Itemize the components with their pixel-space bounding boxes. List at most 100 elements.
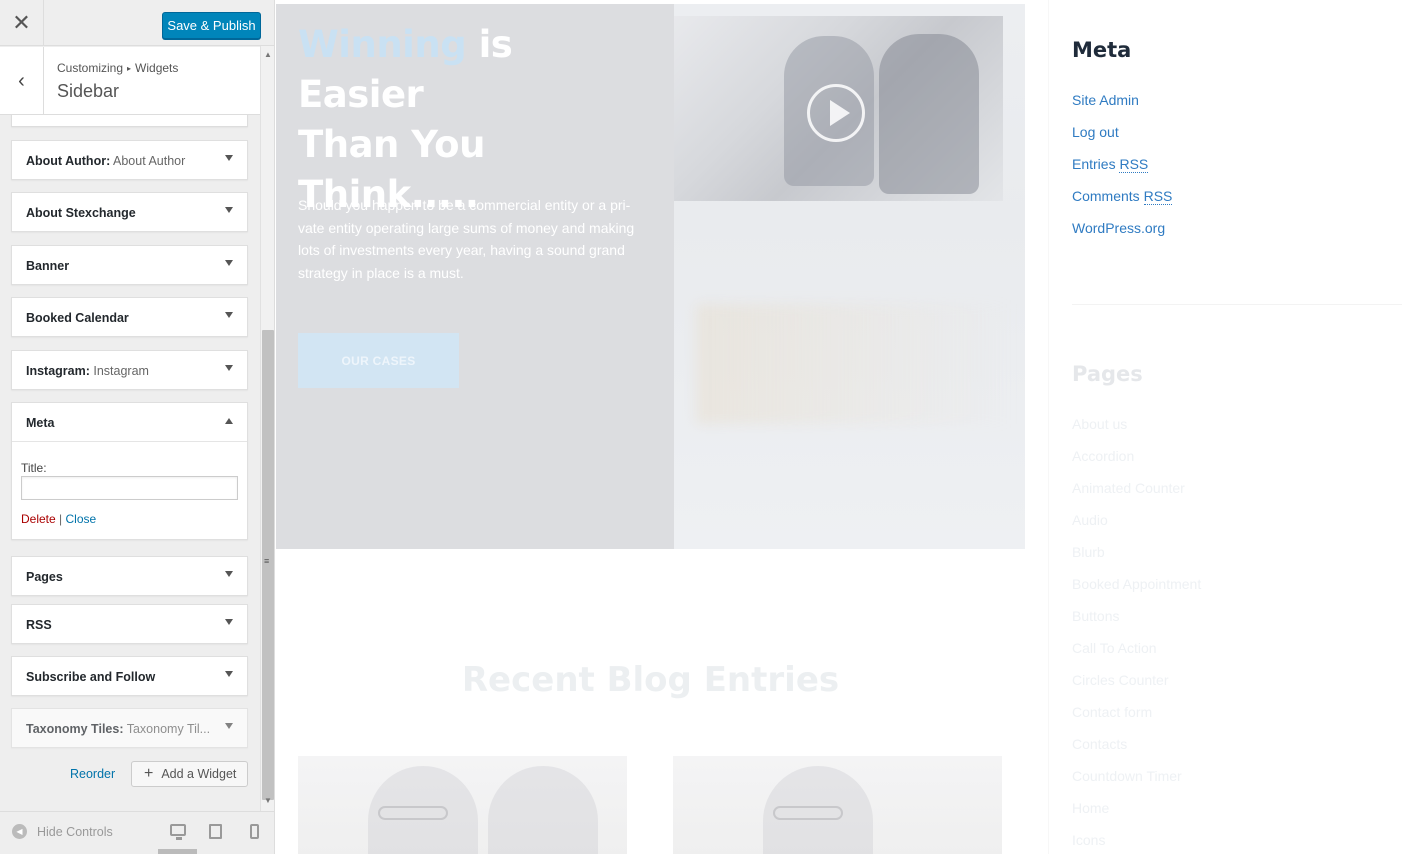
hide-controls-label: Hide Controls: [37, 824, 113, 839]
page-link[interactable]: Contacts: [1072, 736, 1127, 752]
desktop-preview-icon[interactable]: [170, 824, 186, 840]
mobile-preview-icon[interactable]: [250, 824, 259, 839]
meta-link-site-admin[interactable]: Site Admin: [1072, 92, 1139, 108]
hide-controls-button[interactable]: ◀ Hide Controls: [12, 824, 113, 839]
add-widget-button[interactable]: + Add a Widget: [131, 761, 248, 787]
customizer-panel: ✕ Save & Publish ‹ Customizing ▸ Widgets S…: [0, 0, 275, 854]
chevron-down-icon[interactable]: [225, 365, 233, 371]
chevron-down-icon[interactable]: [225, 723, 233, 729]
section-title: Sidebar: [57, 81, 120, 101]
widget-title: RSS: [26, 618, 52, 632]
page-link[interactable]: Buttons: [1072, 608, 1119, 624]
widget-rss[interactable]: RSS: [11, 604, 248, 644]
blog-post-thumbnail[interactable]: [298, 756, 627, 854]
widget-title: Instagram: Instagram: [26, 364, 149, 378]
page-link[interactable]: Animated Counter: [1072, 480, 1185, 496]
widget-meta-header[interactable]: Meta: [12, 403, 247, 442]
widget-subscribe-follow[interactable]: Subscribe and Follow: [11, 656, 248, 696]
scroll-down-icon[interactable]: ▼: [264, 796, 272, 805]
panel-scrollbar[interactable]: ▲ ≡ ▼: [260, 46, 274, 811]
save-publish-button[interactable]: Save & Publish: [162, 12, 261, 39]
hero-title: Winning is Easier Than You Think.....: [298, 20, 638, 220]
widget-booked-calendar[interactable]: Booked Calendar: [11, 297, 248, 337]
widget-title-sub: About Author: [110, 154, 186, 168]
customizer-header: ✕ Save & Publish: [0, 0, 274, 46]
collapse-icon: ◀: [12, 824, 27, 839]
back-icon[interactable]: ‹: [0, 47, 44, 115]
hero-background-blur: [696, 304, 1016, 424]
chevron-up-icon[interactable]: [225, 418, 233, 424]
widget-title-main: Instagram:: [26, 364, 90, 378]
page-link[interactable]: Audio: [1072, 512, 1108, 528]
chevron-down-icon[interactable]: [225, 312, 233, 318]
page-link[interactable]: Icons: [1072, 832, 1105, 848]
widget-title-main: About Stexchange: [26, 206, 136, 220]
widget-taxonomy-tiles[interactable]: Taxonomy Tiles: Taxonomy Til...: [11, 708, 248, 748]
add-widget-label: Add a Widget: [161, 767, 237, 781]
page-link[interactable]: Contact form: [1072, 704, 1152, 720]
reorder-link[interactable]: Reorder: [70, 767, 115, 781]
person-silhouette: [879, 34, 979, 194]
page-link[interactable]: Countdown Timer: [1072, 768, 1182, 784]
resize-grip-icon[interactable]: ≡: [264, 556, 269, 566]
meta-link-comments-rss[interactable]: Comments RSS: [1072, 188, 1173, 205]
page-link[interactable]: Call To Action: [1072, 640, 1157, 656]
widget-about-author[interactable]: About Author: About Author: [11, 140, 248, 180]
hero-text: Should you happen to be a commercial ent…: [298, 197, 635, 282]
customizer-window: ✕ Save & Publish ‹ Customizing ▸ Widgets S…: [0, 0, 1419, 854]
page-link[interactable]: Blurb: [1072, 544, 1105, 560]
chevron-down-icon[interactable]: [225, 155, 233, 161]
meta-link-wordpress[interactable]: WordPress.org: [1072, 220, 1165, 236]
chevron-down-icon[interactable]: [225, 260, 233, 266]
widget-title-main: Taxonomy Tiles:: [26, 722, 124, 736]
widget-pages[interactable]: Pages: [11, 556, 248, 596]
widget-banner[interactable]: Banner: [11, 245, 248, 285]
blog-post-thumbnail[interactable]: [673, 756, 1002, 854]
page-link[interactable]: Booked Appointment: [1072, 576, 1201, 592]
widget-actions: Delete | Close: [21, 512, 96, 526]
person-silhouette: [488, 766, 598, 854]
our-cases-button[interactable]: OUR CASES: [298, 333, 459, 388]
meta-link-entries-rss[interactable]: Entries RSS: [1072, 156, 1149, 173]
active-device-indicator: [158, 849, 197, 854]
meta-link-text: Comments: [1072, 188, 1144, 204]
pages-widget-title: Pages: [1072, 362, 1143, 386]
site-preview: Winning is Easier Than You Think..... Sh…: [276, 0, 1419, 854]
customizer-footer: ◀ Hide Controls: [0, 811, 274, 854]
scroll-up-icon[interactable]: ▲: [264, 50, 272, 59]
section-header: ‹ Customizing ▸ Widgets Sidebar: [0, 47, 260, 115]
widget-instagram[interactable]: Instagram: Instagram: [11, 350, 248, 390]
page-link[interactable]: Circles Counter: [1072, 672, 1168, 688]
widget-title: About Author: About Author: [26, 154, 185, 168]
widget-title: Booked Calendar: [26, 311, 129, 325]
page-link[interactable]: About us: [1072, 416, 1127, 432]
meta-link-text: Entries: [1072, 156, 1120, 172]
widget-title: Banner: [26, 259, 69, 273]
close-icon[interactable]: ✕: [0, 0, 44, 46]
meta-link-log-out[interactable]: Log out: [1072, 124, 1119, 140]
title-field[interactable]: [21, 476, 238, 500]
chevron-down-icon[interactable]: [225, 571, 233, 577]
page-link[interactable]: Accordion: [1072, 448, 1134, 464]
widget-title-main: Subscribe and Follow: [26, 670, 156, 684]
chevron-down-icon[interactable]: [225, 207, 233, 213]
hero-video-image: [674, 16, 1003, 201]
page-link[interactable]: Home: [1072, 800, 1109, 816]
widget-title-main: Booked Calendar: [26, 311, 129, 325]
preview-sidebar: Meta Site Admin Log out Entries RSS Comm…: [1048, 0, 1419, 854]
widget-about-stexchange[interactable]: About Stexchange: [11, 192, 248, 232]
widget-title-main: Pages: [26, 570, 63, 584]
chevron-down-icon[interactable]: [225, 671, 233, 677]
meta-link-abbr: RSS: [1143, 188, 1173, 205]
chevron-down-icon[interactable]: [225, 619, 233, 625]
widget-title-main: Banner: [26, 259, 70, 273]
sidebar-divider: [1072, 304, 1402, 305]
tablet-preview-icon[interactable]: [209, 824, 222, 839]
close-link[interactable]: Close: [65, 512, 96, 526]
delete-link[interactable]: Delete: [21, 512, 56, 526]
widget-title: Subscribe and Follow: [26, 670, 155, 684]
widget-stub: [11, 115, 248, 127]
breadcrumb-separator-icon: ▸: [127, 64, 132, 73]
meta-link-text: Log out: [1072, 124, 1119, 140]
play-icon[interactable]: [807, 84, 865, 142]
